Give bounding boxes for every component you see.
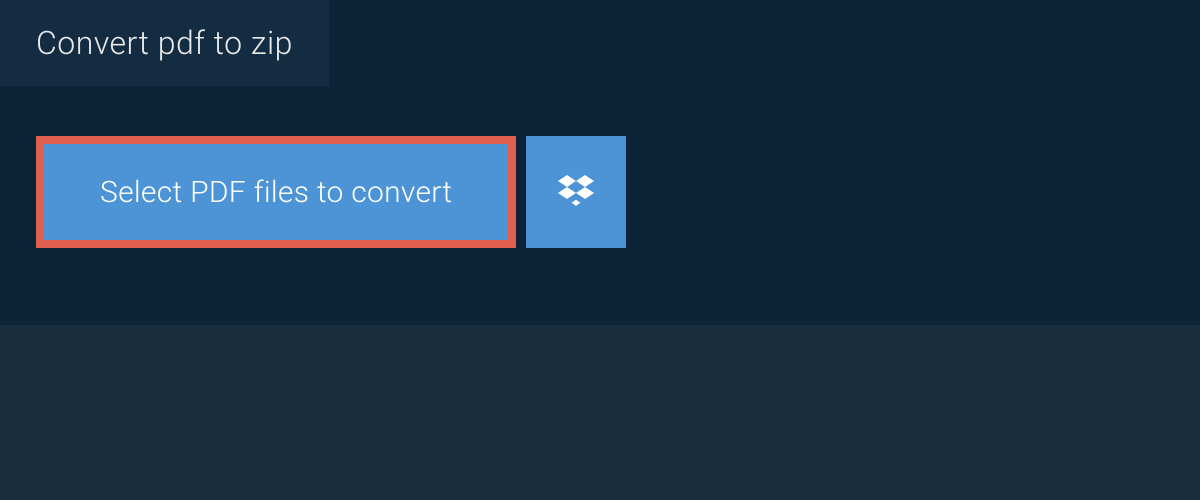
select-files-button[interactable]: Select PDF files to convert [36,136,516,248]
dropbox-button[interactable] [526,136,626,248]
dropbox-icon [558,172,594,212]
converter-panel: Convert pdf to zip Select PDF files to c… [0,0,1200,325]
select-files-label: Select PDF files to convert [100,175,452,210]
tab-label: Convert pdf to zip [36,24,293,62]
tab-convert-pdf-to-zip[interactable]: Convert pdf to zip [0,0,329,86]
button-row: Select PDF files to convert [36,136,1200,248]
